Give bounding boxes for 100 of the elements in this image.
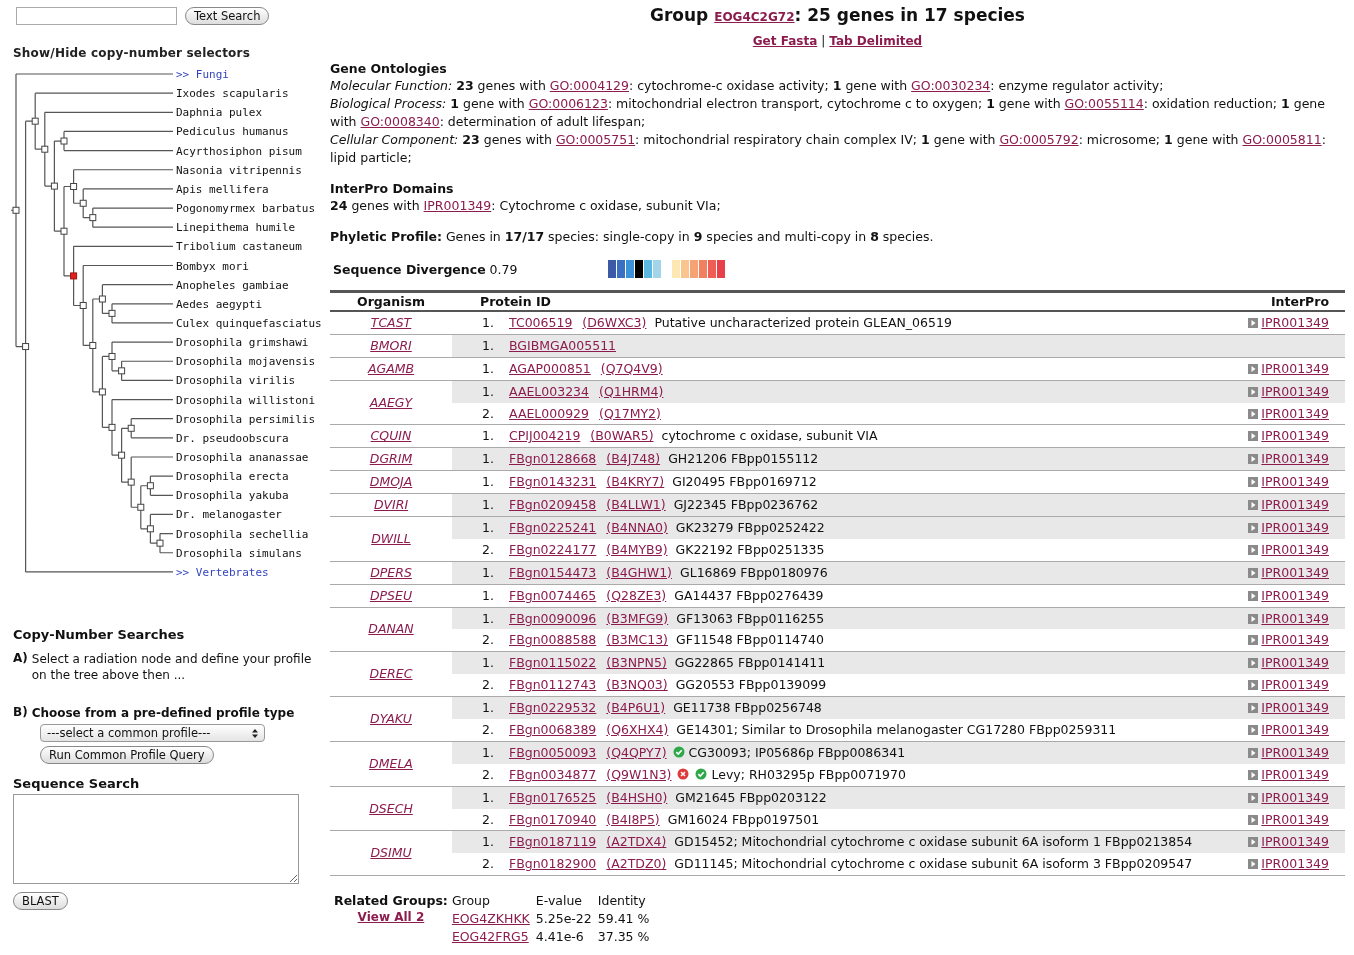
expand-icon[interactable] bbox=[1248, 590, 1259, 601]
tree-node[interactable] bbox=[127, 424, 135, 432]
protein-id-link[interactable]: FBgn0154473 bbox=[509, 564, 597, 580]
protein-id-link[interactable]: FBgn0143231 bbox=[509, 474, 597, 490]
interpro-link[interactable]: IPR001349 bbox=[1261, 766, 1329, 782]
tree-node[interactable] bbox=[108, 309, 116, 317]
tree-node[interactable] bbox=[118, 451, 126, 459]
expand-icon[interactable] bbox=[1248, 769, 1259, 780]
tree-node[interactable] bbox=[127, 478, 135, 486]
organism-link[interactable]: DWILL bbox=[371, 530, 411, 546]
tree-node[interactable] bbox=[60, 227, 68, 235]
expand-icon[interactable] bbox=[1248, 522, 1259, 533]
expand-icon[interactable] bbox=[1248, 635, 1259, 646]
interpro-link[interactable]: IPR001349 bbox=[1261, 655, 1329, 671]
go-term-link[interactable]: GO:0005751 bbox=[555, 132, 636, 147]
interpro-link[interactable]: IPR001349 bbox=[1261, 811, 1329, 827]
expand-icon[interactable] bbox=[1248, 703, 1259, 714]
blast-button[interactable]: BLAST bbox=[13, 892, 68, 911]
protein-id-link[interactable]: FBgn0088588 bbox=[509, 632, 597, 648]
uniprot-link[interactable]: (B3NQ03) bbox=[606, 677, 668, 693]
tree-node[interactable] bbox=[70, 183, 78, 190]
interpro-link[interactable]: IPR001349 bbox=[1261, 519, 1329, 535]
tree-node[interactable] bbox=[79, 302, 87, 309]
expand-icon[interactable] bbox=[1248, 747, 1259, 758]
protein-id-link[interactable]: FBgn0182900 bbox=[509, 856, 597, 872]
uniprot-link[interactable]: (B4HSH0) bbox=[606, 789, 668, 805]
organism-link[interactable]: TCAST bbox=[370, 314, 412, 330]
uniprot-link[interactable]: (A2TDZ0) bbox=[606, 856, 667, 872]
interpro-link[interactable]: IPR001349 bbox=[1261, 789, 1329, 805]
protein-id-link[interactable]: FBgn0090096 bbox=[509, 610, 597, 626]
interpro-link[interactable]: IPR001349 bbox=[1261, 383, 1329, 399]
interpro-link[interactable]: IPR001349 bbox=[1261, 428, 1329, 444]
interpro-link[interactable]: IPR001349 bbox=[1261, 610, 1329, 626]
uniprot-link[interactable]: (B4GHW1) bbox=[606, 564, 672, 580]
protein-id-link[interactable]: BGIBMGA005511 bbox=[509, 337, 617, 353]
organism-link[interactable]: DYAKU bbox=[370, 711, 412, 727]
tree-node[interactable] bbox=[118, 367, 126, 375]
expand-icon[interactable] bbox=[1248, 658, 1259, 669]
profile-select[interactable]: ---select a common profile--- bbox=[40, 724, 265, 743]
go-term-link[interactable]: GO:0005811 bbox=[1242, 132, 1322, 147]
uniprot-link[interactable]: (B4KRY7) bbox=[606, 474, 665, 490]
tree-node[interactable] bbox=[60, 137, 68, 145]
protein-id-link[interactable]: FBgn0224177 bbox=[509, 541, 597, 557]
organism-link[interactable]: DMOJA bbox=[369, 474, 413, 490]
expand-icon[interactable] bbox=[1248, 792, 1259, 803]
protein-id-link[interactable]: FBgn0112743 bbox=[509, 677, 597, 693]
interpro-link[interactable]: IPR001349 bbox=[1261, 744, 1329, 760]
view-all-link[interactable]: View All 2 bbox=[357, 910, 425, 925]
protein-id-link[interactable]: FBgn0229532 bbox=[509, 700, 597, 716]
tree-node[interactable] bbox=[41, 145, 49, 153]
protein-id-link[interactable]: FBgn0170940 bbox=[509, 811, 597, 827]
clade-link[interactable]: >> Fungi bbox=[176, 68, 229, 81]
tree-node[interactable] bbox=[89, 341, 97, 349]
interpro-link[interactable]: IPR001349 bbox=[1261, 474, 1329, 490]
interpro-link[interactable]: IPR001349 bbox=[1261, 677, 1329, 693]
protein-id-link[interactable]: CPIJ004219 bbox=[509, 428, 581, 444]
tree-node[interactable] bbox=[108, 352, 116, 360]
uniprot-link[interactable]: (B4I8P5) bbox=[606, 811, 660, 827]
tree-node[interactable] bbox=[79, 199, 87, 207]
protein-id-link[interactable]: FBgn0068389 bbox=[509, 721, 597, 737]
tree-node[interactable] bbox=[31, 117, 39, 125]
uniprot-link[interactable]: (D6WXC3) bbox=[582, 314, 647, 330]
interpro-link[interactable]: IPR001349 bbox=[1261, 360, 1329, 376]
uniprot-link[interactable]: (Q6XHX4) bbox=[606, 721, 669, 737]
uniprot-link[interactable]: (A2TDX4) bbox=[606, 834, 667, 850]
interpro-link[interactable]: IPR001349 bbox=[1261, 564, 1329, 580]
protein-id-link[interactable]: AGAP000851 bbox=[509, 360, 591, 376]
download-link[interactable]: Get Fasta bbox=[752, 34, 818, 48]
expand-icon[interactable] bbox=[1248, 814, 1259, 825]
interpro-link[interactable]: IPR001349 bbox=[1261, 856, 1329, 872]
sequence-field[interactable] bbox=[13, 794, 299, 885]
protein-id-link[interactable]: FBgn0176525 bbox=[509, 789, 597, 805]
protein-id-link[interactable]: AAEL003234 bbox=[509, 383, 590, 399]
protein-id-link[interactable]: FBgn0050093 bbox=[509, 744, 597, 760]
group-link[interactable]: EOG4ZKHKK bbox=[451, 911, 530, 927]
organism-link[interactable]: DEREC bbox=[369, 666, 413, 682]
uniprot-link[interactable]: (Q28ZE3) bbox=[606, 587, 667, 603]
protein-id-link[interactable]: AAEL000929 bbox=[509, 405, 590, 421]
download-link[interactable]: Tab Delimited bbox=[829, 34, 923, 48]
uniprot-link[interactable]: (Q9W1N3) bbox=[606, 766, 672, 782]
clade-link[interactable]: >> Vertebrates bbox=[176, 565, 269, 579]
protein-id-link[interactable]: FBgn0225241 bbox=[509, 519, 597, 535]
run-query-button[interactable]: Run Common Profile Query bbox=[40, 746, 214, 765]
interpro-link[interactable]: IPR001349 bbox=[1261, 632, 1329, 648]
uniprot-link[interactable]: (Q7Q4V9) bbox=[600, 360, 663, 376]
organism-link[interactable]: DPERS bbox=[370, 564, 412, 580]
expand-icon[interactable] bbox=[1248, 613, 1259, 624]
organism-link[interactable]: DPSEU bbox=[369, 587, 413, 603]
uniprot-link[interactable]: (Q17MY2) bbox=[599, 405, 661, 421]
organism-link[interactable]: DSIMU bbox=[370, 845, 412, 861]
interpro-link[interactable]: IPR001349 bbox=[1261, 314, 1329, 330]
expand-icon[interactable] bbox=[1248, 500, 1259, 511]
expand-icon[interactable] bbox=[1248, 408, 1259, 419]
uniprot-link[interactable]: (B4MYB9) bbox=[606, 541, 668, 557]
expand-icon[interactable] bbox=[1248, 837, 1259, 848]
go-term-link[interactable]: GO:0004129 bbox=[549, 78, 629, 93]
uniprot-link[interactable]: (Q4QPY7) bbox=[606, 744, 667, 760]
protein-id-link[interactable]: FBgn0034877 bbox=[509, 766, 597, 782]
expand-icon[interactable] bbox=[1248, 477, 1259, 488]
uniprot-link[interactable]: (B4LLW1) bbox=[606, 497, 666, 513]
